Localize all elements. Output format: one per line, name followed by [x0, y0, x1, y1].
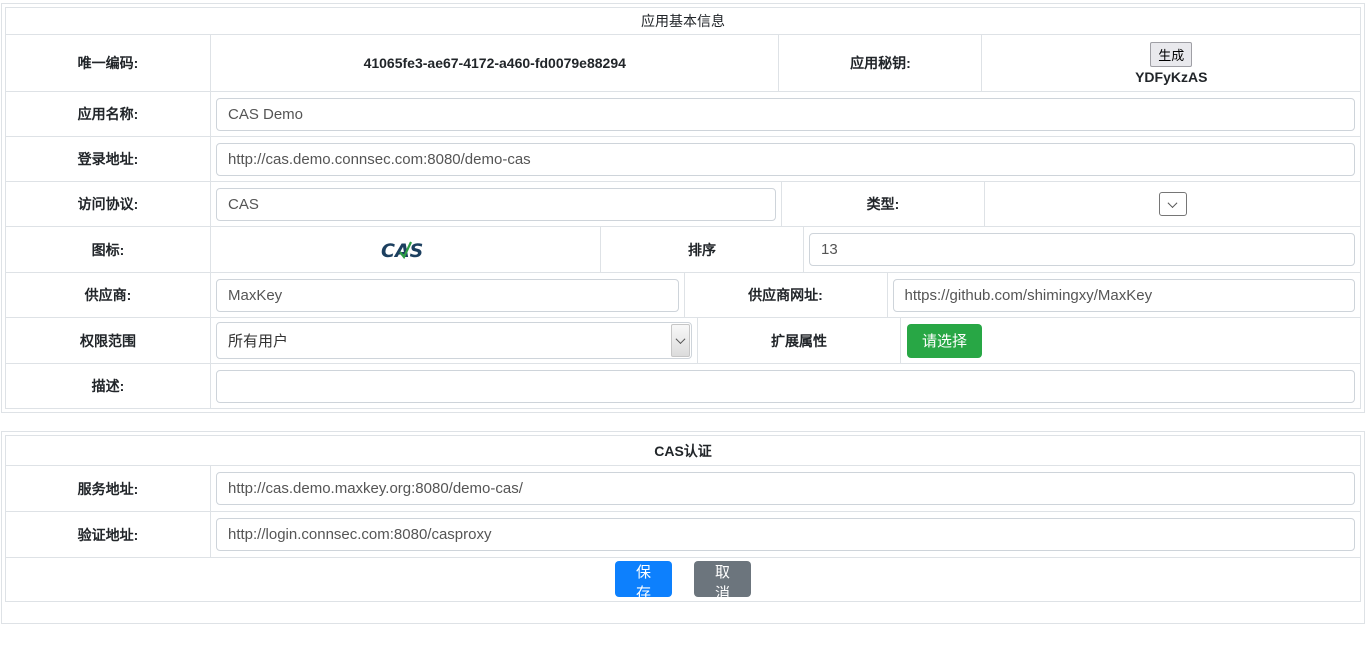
sort-input[interactable] [809, 233, 1355, 266]
panel-title-basic-info: 应用基本信息 [6, 8, 1360, 34]
sort-label: 排序 [600, 227, 804, 272]
vendor-url-input[interactable] [893, 279, 1356, 312]
row-vendor: 供应商: 供应商网址: [6, 272, 1360, 317]
app-name-label: 应用名称: [6, 92, 211, 136]
type-select[interactable] [1159, 192, 1187, 216]
cancel-button[interactable]: 取消 [694, 561, 751, 597]
form-actions: 保存 取消 [6, 557, 1360, 601]
generate-secret-button[interactable]: 生成 [1150, 42, 1192, 67]
row-app-name: 应用名称: [6, 91, 1360, 136]
row-login-url: 登录地址: [6, 136, 1360, 181]
cas-logo: CAS [378, 236, 434, 264]
scope-label: 权限范围 [6, 318, 211, 363]
protocol-label: 访问协议: [6, 182, 211, 226]
row-validate-url: 验证地址: [6, 511, 1360, 557]
select-arrow-strip [671, 324, 690, 357]
chevron-down-icon [676, 334, 686, 344]
vendor-url-label: 供应商网址: [684, 273, 888, 317]
row-unique-code-secret: 唯一编码: 41065fe3-ae67-4172-a460-fd0079e882… [6, 34, 1360, 91]
login-url-input[interactable] [216, 143, 1355, 176]
description-label: 描述: [6, 364, 211, 408]
ext-attr-choose-button[interactable]: 请选择 [907, 324, 982, 358]
app-name-input[interactable] [216, 98, 1355, 131]
validate-url-input[interactable] [216, 518, 1355, 551]
app-basic-info-panel: 应用基本信息 唯一编码: 41065fe3-ae67-4172-a460-fd0… [1, 3, 1365, 413]
validate-url-label: 验证地址: [6, 512, 211, 557]
row-description: 描述: [6, 363, 1360, 408]
description-input[interactable] [216, 370, 1355, 403]
scope-selected-option: 所有用户 [228, 330, 288, 351]
vendor-input[interactable] [216, 279, 679, 312]
app-secret-label: 应用秘钥: [778, 35, 982, 91]
row-icon-sort: 图标: CAS 排序 [6, 226, 1360, 272]
row-service-url: 服务地址: [6, 465, 1360, 511]
login-url-label: 登录地址: [6, 137, 211, 181]
unique-code-value: 41065fe3-ae67-4172-a460-fd0079e88294 [364, 55, 626, 71]
service-url-label: 服务地址: [6, 466, 211, 511]
unique-code-label: 唯一编码: [6, 35, 211, 91]
vendor-label: 供应商: [6, 273, 211, 317]
protocol-input[interactable] [216, 188, 776, 221]
service-url-input[interactable] [216, 472, 1355, 505]
svg-text:CAS: CAS [381, 240, 423, 262]
chevron-down-icon [1168, 198, 1178, 208]
panel-title-cas-auth: CAS认证 [6, 436, 1360, 465]
icon-label: 图标: [6, 227, 211, 272]
row-protocol-type: 访问协议: 类型: [6, 181, 1360, 226]
row-scope-ext: 权限范围 所有用户 扩展属性 请选择 [6, 317, 1360, 363]
app-secret-value: YDFyKzAS [1135, 69, 1207, 85]
scope-select[interactable]: 所有用户 [216, 322, 692, 359]
cas-auth-panel: CAS认证 服务地址: 验证地址: 保存 取消 [1, 431, 1365, 624]
type-label: 类型: [781, 182, 985, 226]
ext-attr-label: 扩展属性 [697, 318, 901, 363]
save-button[interactable]: 保存 [615, 561, 672, 597]
